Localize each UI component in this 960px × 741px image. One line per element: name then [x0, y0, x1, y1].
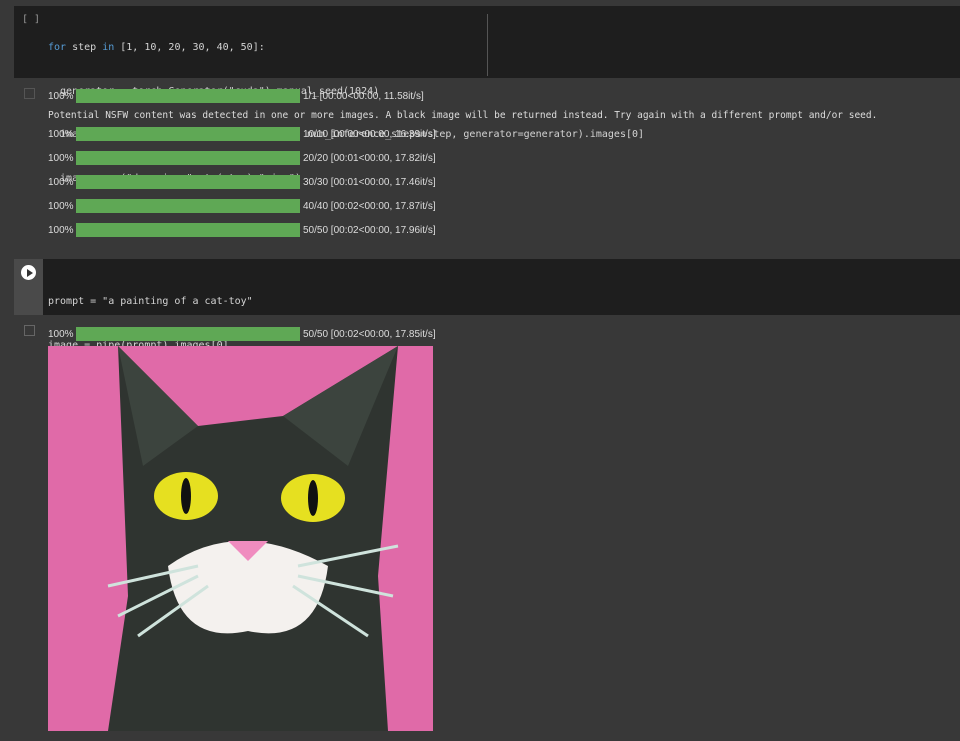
run-button[interactable] [21, 265, 36, 280]
progress-bar [76, 175, 300, 189]
progress-bar [76, 327, 300, 341]
nsfw-warning: Potential NSFW content was detected in o… [48, 110, 878, 121]
progress-row: 100% 30/30 [00:01<00:00, 17.46it/s] [48, 174, 436, 190]
output-icon[interactable] [24, 88, 35, 99]
progress-row: 100% 1/1 [00:00<00:00, 11.58it/s] [48, 88, 424, 104]
progress-text: 20/20 [00:01<00:00, 17.82it/s] [303, 152, 436, 164]
progress-bar [76, 127, 300, 141]
progress-text: 50/50 [00:02<00:00, 17.96it/s] [303, 224, 436, 236]
progress-text: 30/30 [00:01<00:00, 17.46it/s] [303, 176, 436, 188]
play-icon [26, 268, 33, 277]
code-line: prompt = "a painting of a cat-toy" [48, 296, 253, 307]
progress-percent: 100% [48, 152, 74, 164]
progress-text: 1/1 [00:00<00:00, 11.58it/s] [303, 90, 424, 102]
progress-bar [76, 89, 300, 103]
progress-bar [76, 223, 300, 237]
progress-bar [76, 199, 300, 213]
code-cell-2[interactable]: prompt = "a painting of a cat-toy" image… [14, 259, 960, 394]
progress-percent: 100% [48, 90, 74, 102]
output-icon[interactable] [24, 325, 35, 336]
code-token: step [66, 42, 103, 53]
progress-row: 100% 40/40 [00:02<00:00, 17.87it/s] [48, 198, 436, 214]
code-token: [1, 10, 20, 30, 40, 50]: [114, 42, 265, 53]
progress-text: 40/40 [00:02<00:00, 17.87it/s] [303, 200, 436, 212]
progress-percent: 100% [48, 200, 74, 212]
code-token: for [48, 42, 67, 53]
progress-percent: 100% [48, 328, 74, 340]
progress-text: 10/10 [00:00<00:00, 16.39it/s] [303, 128, 436, 140]
code-cell-1[interactable]: [ ] for step in [1, 10, 20, 30, 40, 50]:… [14, 6, 960, 184]
progress-percent: 100% [48, 128, 74, 140]
progress-row: 100% 20/20 [00:01<00:00, 17.82it/s] [48, 150, 436, 166]
progress-bar [76, 151, 300, 165]
progress-row: 100% 50/50 [00:02<00:00, 17.85it/s] [48, 326, 436, 342]
cat-image [48, 346, 433, 731]
progress-row: 100% 50/50 [00:02<00:00, 17.96it/s] [48, 222, 436, 238]
progress-text: 50/50 [00:02<00:00, 17.85it/s] [303, 328, 436, 340]
cell-bracket: [ ] [22, 14, 41, 25]
progress-percent: 100% [48, 176, 74, 188]
progress-percent: 100% [48, 224, 74, 236]
progress-row: 100% 10/10 [00:00<00:00, 16.39it/s] [48, 126, 436, 142]
code-token: in [102, 42, 115, 53]
